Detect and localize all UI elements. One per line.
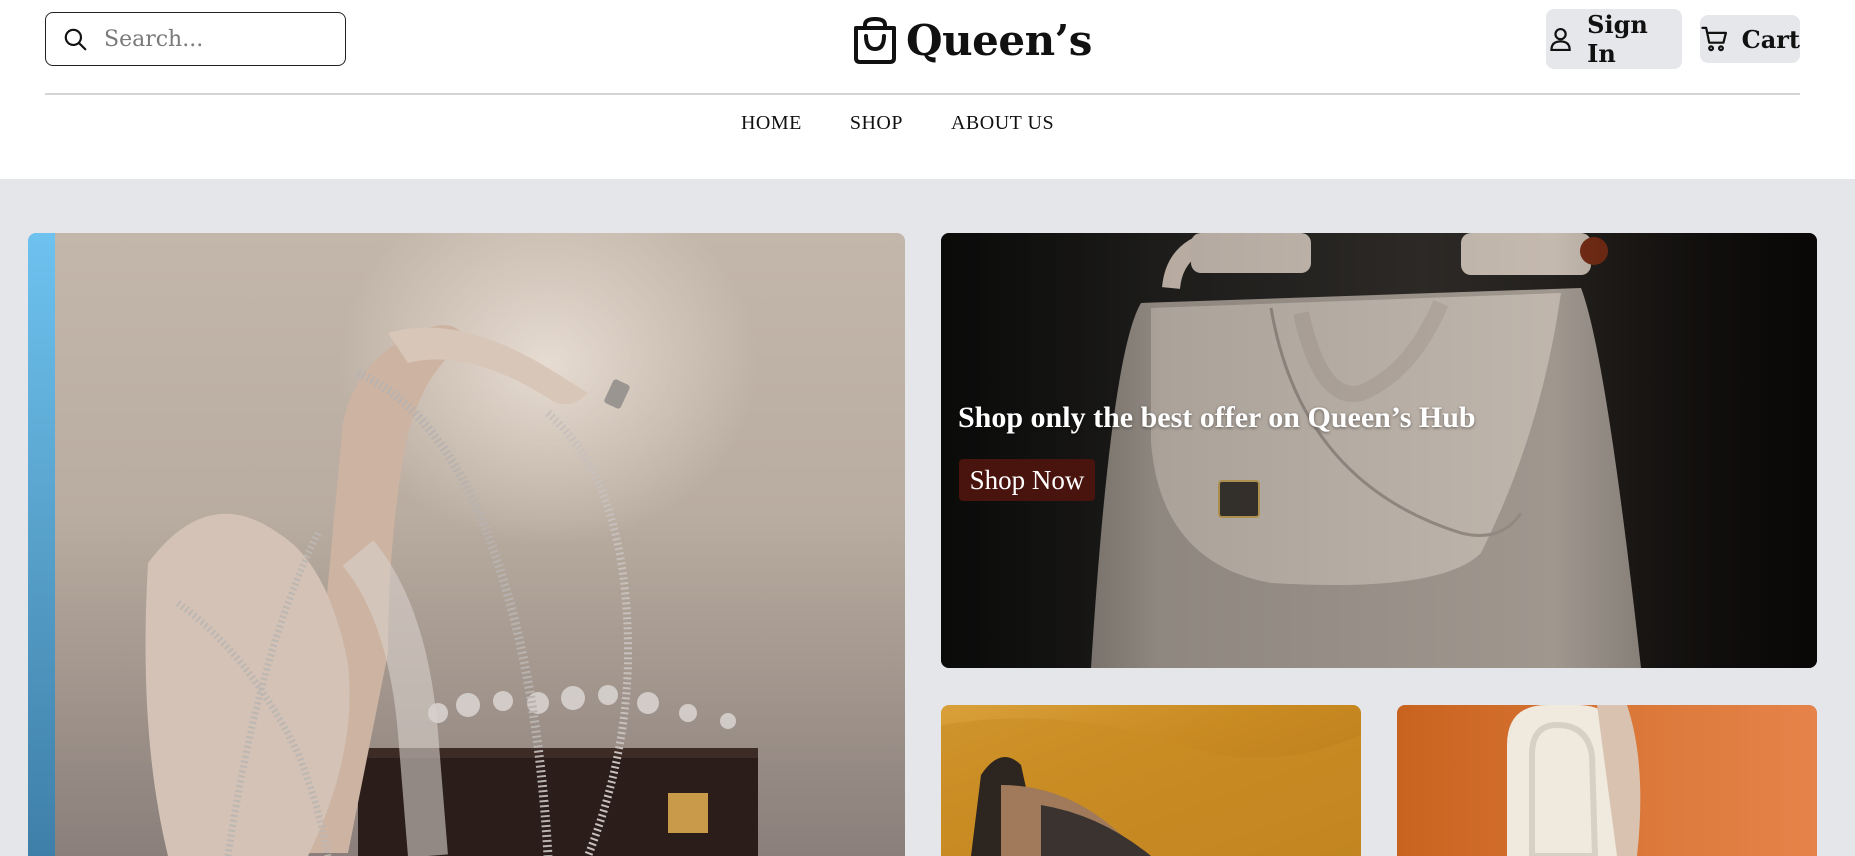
search-input[interactable] <box>104 26 324 52</box>
cart-button[interactable]: Cart <box>1700 15 1800 63</box>
handbag-image <box>941 233 1817 668</box>
nav-item-home[interactable]: HOME <box>741 112 802 140</box>
sign-in-label: Sign In <box>1587 10 1648 68</box>
search-box[interactable] <box>45 12 346 66</box>
shop-now-button[interactable]: Shop Now <box>959 459 1095 501</box>
nav-item-about-us[interactable]: ABOUT US <box>951 112 1054 140</box>
shoe-image-panel[interactable] <box>28 233 905 856</box>
shopping-bag-icon <box>854 17 896 64</box>
white-sneaker-image <box>1507 705 1641 856</box>
user-icon <box>1550 27 1571 52</box>
sneaker-image-panel[interactable] <box>941 705 1361 856</box>
cart-icon <box>1701 26 1728 52</box>
nav-item-shop[interactable]: SHOP <box>850 112 903 140</box>
sign-in-button[interactable]: Sign In <box>1546 9 1682 69</box>
main-nav: HOME SHOP ABOUT US <box>0 112 1855 140</box>
search-icon <box>64 28 87 51</box>
heels-image <box>145 325 758 856</box>
hero-headline: Shop only the best offer on Queen’s Hub <box>958 401 1476 434</box>
logo-text: Queen’s <box>906 15 1092 65</box>
header-divider <box>45 93 1800 95</box>
site-header: Queen’s Sign In Cart HOME SHOP ABOUT US <box>0 0 1855 179</box>
cart-label: Cart <box>1741 24 1800 54</box>
hero-section: Shop only the best offer on Queen’s Hub … <box>0 179 1855 856</box>
sneaker-image <box>941 718 1361 856</box>
white-sneaker-image-panel[interactable] <box>1397 705 1817 856</box>
logo[interactable]: Queen’s <box>852 12 1092 68</box>
handbag-promo-banner[interactable]: Shop only the best offer on Queen’s Hub … <box>941 233 1817 668</box>
